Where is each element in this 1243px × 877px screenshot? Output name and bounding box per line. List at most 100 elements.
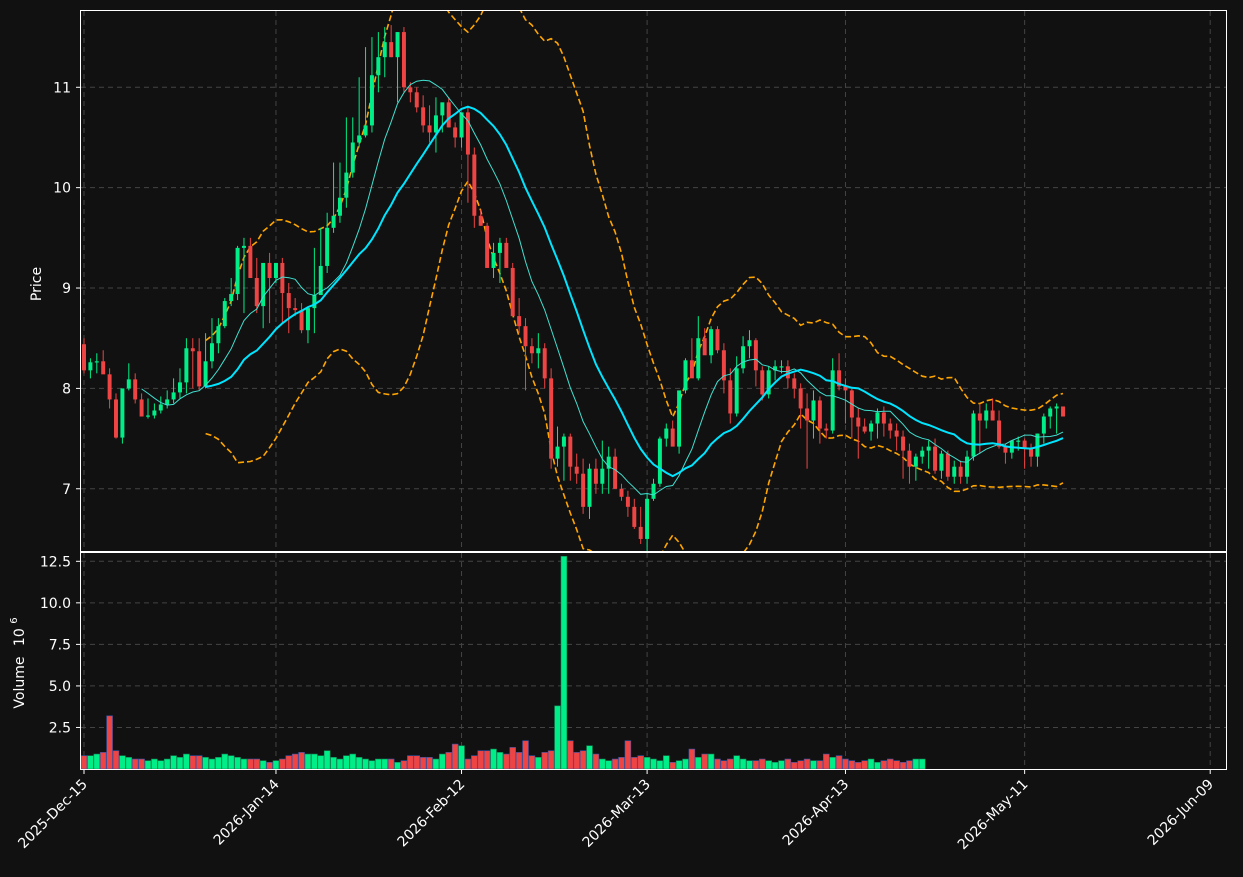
candle-body xyxy=(203,361,208,387)
candle-body xyxy=(811,400,816,421)
candle-body xyxy=(337,197,342,216)
candle-body xyxy=(510,267,515,317)
candle-body xyxy=(901,436,906,451)
volume-bar xyxy=(253,758,261,770)
volume-bar xyxy=(343,755,350,770)
candle-body xyxy=(331,215,336,228)
candle-body xyxy=(792,378,797,389)
volume-bar xyxy=(355,757,363,770)
volume-bar xyxy=(259,760,267,770)
volume-bar xyxy=(458,745,465,770)
volume-bar xyxy=(631,757,638,770)
candle-body xyxy=(114,399,118,438)
candle-body xyxy=(88,362,93,371)
candle-body xyxy=(389,42,394,58)
volume-bar xyxy=(221,753,229,770)
candle-body xyxy=(197,351,202,387)
volume-tick-label: 12.5 xyxy=(40,554,71,570)
volume-bar xyxy=(202,757,209,770)
candle-body xyxy=(894,430,899,437)
volume-bar xyxy=(272,760,280,770)
candle-body xyxy=(401,32,406,88)
candle-body xyxy=(177,382,182,393)
volume-bar xyxy=(234,757,241,770)
volume-bar xyxy=(426,757,433,770)
candle-body xyxy=(574,466,579,474)
candle-body xyxy=(1061,406,1066,417)
candle-body xyxy=(977,413,982,421)
volume-bar xyxy=(899,762,907,770)
candle-body xyxy=(190,348,195,352)
volume-bar xyxy=(80,755,88,770)
candle-body xyxy=(728,380,733,414)
volume-bar xyxy=(496,752,504,770)
volume-bar xyxy=(330,757,337,770)
volume-bar xyxy=(810,760,817,770)
candle-body xyxy=(657,438,662,484)
volume-bar xyxy=(151,758,158,770)
volume-bar xyxy=(266,762,273,770)
candle-body xyxy=(107,374,112,400)
candle-body xyxy=(536,348,541,354)
candle-body xyxy=(184,348,189,383)
candle-body xyxy=(939,453,944,471)
volume-bar xyxy=(624,740,632,770)
volume-axis-label-base: 10 xyxy=(12,628,28,646)
volume-bar xyxy=(432,758,440,770)
candle-body xyxy=(517,316,522,327)
volume-bar xyxy=(247,758,254,770)
volume-bar xyxy=(669,762,676,770)
candle-body xyxy=(433,115,438,133)
candle-body xyxy=(542,348,547,379)
candle-body xyxy=(529,346,534,354)
volume-bar xyxy=(861,760,868,770)
candle-body xyxy=(363,125,368,136)
volume-bar xyxy=(541,752,548,770)
candle-body xyxy=(561,436,566,447)
volume-bar xyxy=(592,753,600,770)
volume-bar xyxy=(387,758,395,770)
candle-body xyxy=(1041,416,1046,434)
volume-bar xyxy=(125,757,133,770)
volume-bar xyxy=(317,755,325,770)
volume-bar xyxy=(522,740,529,770)
volume-bar xyxy=(560,556,568,770)
volume-bar xyxy=(784,758,792,770)
volume-bar xyxy=(227,755,235,770)
volume-bar xyxy=(304,753,312,770)
candle-body xyxy=(913,456,918,467)
candle-body xyxy=(446,102,451,128)
candle-body xyxy=(369,75,374,126)
volume-bar xyxy=(816,760,824,770)
volume-bar xyxy=(381,758,388,770)
candle-body xyxy=(395,32,400,58)
volume-bar xyxy=(707,753,715,770)
candle-body xyxy=(632,506,637,527)
volume-bar xyxy=(586,745,593,770)
volume-bar xyxy=(368,760,376,770)
volume-bar xyxy=(323,750,331,770)
volume-bar xyxy=(727,758,734,770)
candle-body xyxy=(485,225,490,268)
volume-bar xyxy=(579,750,587,770)
candle-body xyxy=(139,399,144,417)
candle-body xyxy=(382,42,387,58)
price-tick-label: 9 xyxy=(62,281,71,297)
volume-bar xyxy=(547,750,555,770)
volume-bar xyxy=(439,753,446,770)
candle-body xyxy=(753,340,758,371)
candle-body xyxy=(696,338,701,379)
candle-body xyxy=(152,410,157,416)
volume-bar xyxy=(567,740,574,770)
volume-bar xyxy=(842,758,849,770)
volume-axis-label-group: Volume 10 6 xyxy=(9,617,28,708)
candle-body xyxy=(94,361,99,363)
candle-body xyxy=(677,390,682,447)
volume-bar xyxy=(509,747,516,770)
price-axis-label: Price xyxy=(29,267,45,301)
candle-body xyxy=(984,410,989,421)
volume-bar xyxy=(855,762,862,770)
candle-body xyxy=(453,127,458,138)
volume-bar xyxy=(733,755,740,770)
candle-body xyxy=(958,466,963,477)
